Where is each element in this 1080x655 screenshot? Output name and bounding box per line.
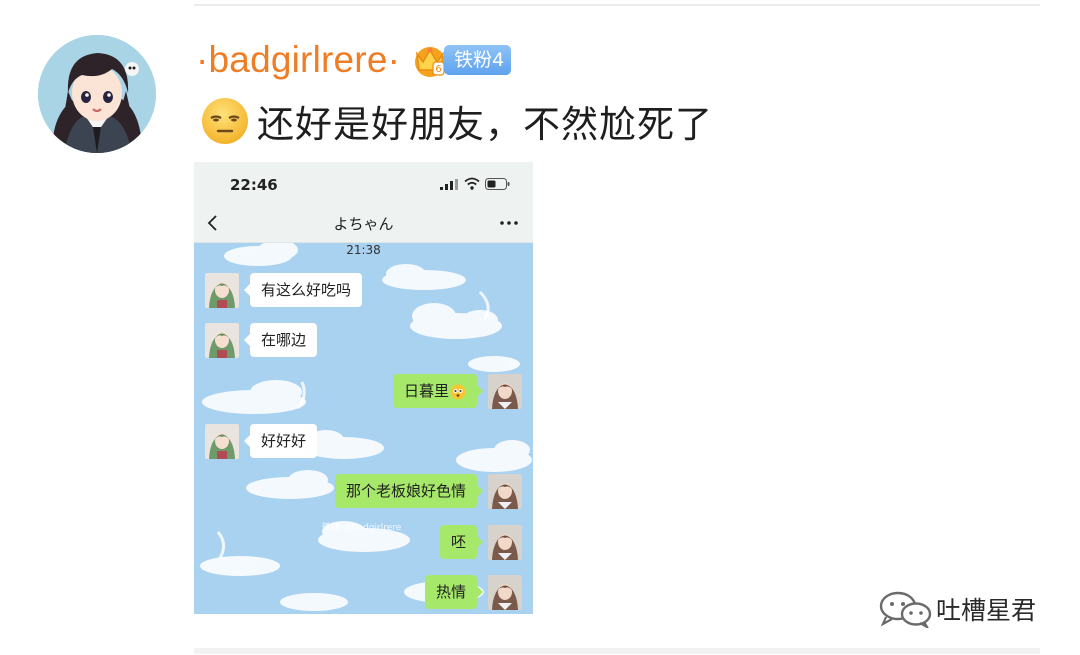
chat-bubble-incoming: 有这么好吃吗: [243, 273, 363, 307]
friend-avatar[interactable]: [205, 424, 239, 459]
chat-bubble-text: 日暮里: [403, 382, 449, 400]
sky-background: [194, 242, 533, 614]
username[interactable]: ·badgirlrere·: [196, 39, 400, 81]
chat-bubble-outgoing: 那个老板娘好色情: [334, 474, 484, 508]
chat-bubble-outgoing: 日暮里: [392, 374, 484, 408]
comment-header: ·badgirlrere· 6 铁粉4: [196, 38, 512, 82]
more-options-icon[interactable]: [500, 221, 518, 225]
signal-icon: [440, 179, 458, 190]
screenshot-watermark: 微博 @badgirlrere: [322, 523, 402, 533]
status-time: 22:46: [230, 176, 278, 194]
battery-icon: [485, 178, 510, 190]
wechat-icon: [879, 591, 932, 628]
friend-avatar[interactable]: [205, 323, 239, 358]
comment-text: 还好是好朋友，不然尬死了: [257, 103, 713, 146]
chat-bubble-incoming: 好好好: [243, 424, 318, 458]
friend-avatar[interactable]: [205, 273, 239, 308]
fan-level-label: 铁粉4: [444, 45, 512, 75]
account-name: 吐槽星君: [936, 596, 1037, 625]
chat-screenshot[interactable]: 22:46 よちゃん 21:38 有这么好吃吗 在哪边 日暮里 好好好 那个老板…: [194, 162, 533, 614]
chat-bubble-incoming: 在哪边: [243, 323, 318, 357]
account-watermark: 吐槽星君: [876, 590, 1036, 628]
svg-text:6: 6: [435, 64, 441, 75]
wifi-icon: [464, 177, 480, 190]
fan-badge[interactable]: 6 铁粉4: [410, 40, 512, 80]
message-timestamp: 21:38: [346, 243, 381, 257]
flushed-face-icon: [450, 384, 466, 399]
my-avatar[interactable]: [488, 474, 522, 509]
my-avatar[interactable]: [488, 525, 522, 560]
user-avatar[interactable]: [38, 35, 156, 153]
chat-bubble-outgoing: 热情: [424, 575, 484, 609]
bottom-divider: [194, 648, 1040, 654]
top-divider: [194, 4, 1040, 6]
chat-title: よちゃん: [333, 215, 394, 233]
chat-nav-bar: よちゃん: [194, 204, 533, 243]
unamused-face-icon: [202, 98, 248, 144]
my-avatar[interactable]: [488, 575, 522, 610]
status-bar: 22:46: [194, 162, 533, 204]
chat-bubble-outgoing: 呸: [439, 525, 484, 559]
comment-body: 还好是好朋友，不然尬死了: [200, 96, 713, 146]
my-avatar[interactable]: [488, 374, 522, 409]
